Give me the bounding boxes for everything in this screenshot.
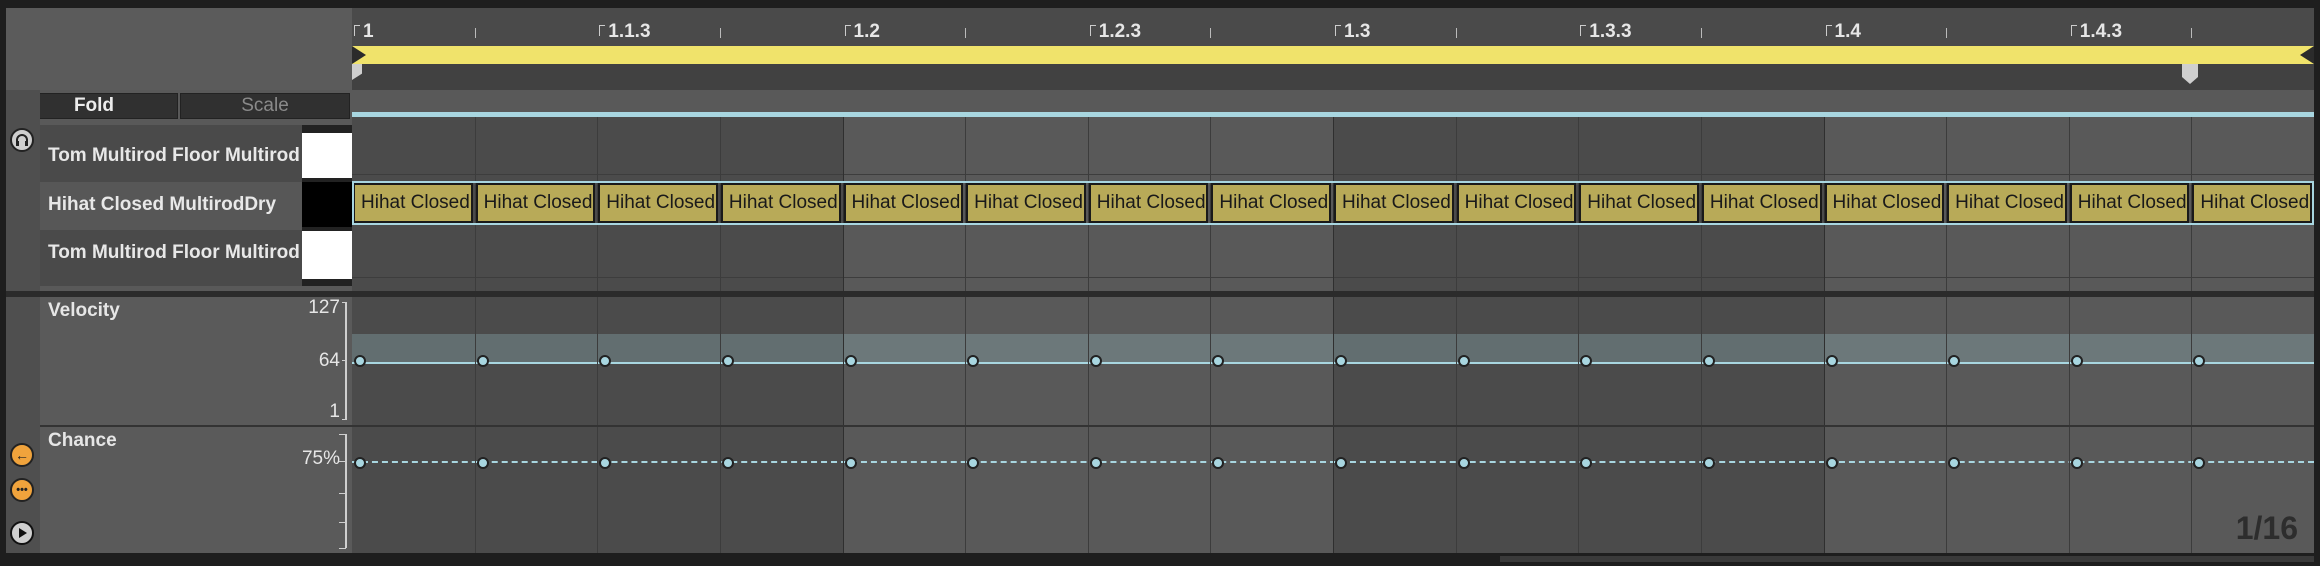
scale-button[interactable]: Scale: [180, 93, 350, 119]
velocity-handle[interactable]: [1702, 355, 1715, 367]
velocity-handle[interactable]: [1335, 355, 1347, 367]
ruler-marker[interactable]: 1.2: [844, 21, 880, 43]
ruler-tick: [1700, 28, 1702, 38]
chance-axis-label: 75%: [301, 448, 340, 469]
more-icon[interactable]: •••: [10, 478, 34, 502]
key-names: Tom Multirod Floor Multirod Hihat Closed…: [40, 125, 302, 286]
velocity-handle[interactable]: [2070, 355, 2083, 367]
ruler-tick: [1946, 28, 1948, 38]
velocity-handle[interactable]: [599, 355, 612, 367]
velocity-handle[interactable]: [1825, 355, 1838, 367]
velocity-handle[interactable]: [476, 355, 489, 367]
velocity-handle[interactable]: [354, 355, 366, 367]
loop-end-handle[interactable]: [2300, 46, 2314, 64]
key-name-selected[interactable]: Hihat Closed MultirodDry: [48, 194, 276, 216]
editor-header-left: [6, 8, 352, 90]
key-name[interactable]: Tom Multirod Floor Multirod: [48, 242, 300, 264]
end-marker-icon[interactable]: [2182, 64, 2198, 84]
arrow-left-icon[interactable]: ←: [10, 443, 34, 467]
velocity-label: Velocity: [48, 300, 120, 321]
ruler-tick: [719, 28, 721, 38]
chance-handle[interactable]: [1089, 456, 1102, 469]
headphones-icon[interactable]: [10, 128, 34, 152]
velocity-handle[interactable]: [721, 355, 734, 367]
chance-handle[interactable]: [1335, 456, 1347, 469]
chance-handle[interactable]: [1212, 456, 1225, 469]
piano-key[interactable]: [302, 231, 352, 279]
piano-key[interactable]: [302, 182, 352, 227]
velocity-lane[interactable]: [352, 297, 2314, 425]
ruler-marker[interactable]: 1.2.3: [1089, 21, 1141, 43]
ruler-marker[interactable]: 1.3: [1335, 21, 1370, 43]
chance-handle[interactable]: [1825, 456, 1838, 469]
ruler-marker[interactable]: 1: [354, 21, 374, 43]
loop-bar[interactable]: [352, 46, 2314, 64]
chance-handle[interactable]: [1580, 456, 1593, 469]
chance-handle[interactable]: [476, 456, 489, 469]
velocity-lane-header: Velocity 127 64 1: [40, 297, 352, 425]
velocity-axis-min: 1: [329, 401, 340, 422]
chance-handle[interactable]: [721, 456, 734, 469]
chance-label: Chance: [48, 430, 117, 451]
chance-handle[interactable]: [1457, 456, 1470, 469]
velocity-handle[interactable]: [844, 355, 857, 367]
ruler-marker[interactable]: 1.3.3: [1580, 21, 1632, 43]
velocity-handle[interactable]: [1457, 355, 1470, 367]
ruler-tick: [1210, 28, 1212, 38]
play-icon[interactable]: [10, 521, 34, 545]
piano-key[interactable]: [302, 133, 352, 178]
chance-lane-header: Chance 75%: [40, 427, 352, 553]
velocity-axis-mid: 64: [318, 350, 340, 371]
ruler-tick: [1455, 28, 1457, 38]
note-grid[interactable]: Hihat Closed MultirodDryHihat Closed Mul…: [352, 117, 2314, 291]
ruler-tick: [965, 28, 967, 38]
chance-handle[interactable]: [599, 456, 612, 469]
piano-keys: [302, 125, 352, 286]
chance-handle[interactable]: [967, 456, 980, 469]
loop-start-handle[interactable]: [352, 46, 366, 64]
ruler-marker[interactable]: 1.4: [1825, 21, 1861, 43]
horizontal-scrollbar[interactable]: [1500, 556, 2314, 562]
velocity-handle[interactable]: [1580, 355, 1593, 367]
chance-handle[interactable]: [844, 456, 857, 469]
chance-handle[interactable]: [1702, 456, 1715, 469]
start-marker-row[interactable]: [352, 64, 2314, 90]
velocity-handle[interactable]: [1089, 355, 1102, 367]
chance-lane[interactable]: 1/16: [352, 427, 2314, 553]
key-name[interactable]: Tom Multirod Floor Multirod: [48, 145, 300, 167]
grid-resolution[interactable]: 1/16: [2236, 510, 2298, 547]
beat-ruler[interactable]: 1 1.1.3 1.2 1.2.3 1.3 1.3.3 1.4 1.4.3: [352, 8, 2314, 46]
start-marker-icon[interactable]: [352, 64, 362, 80]
chance-handle[interactable]: [2070, 456, 2083, 469]
ruler-marker[interactable]: 1.4.3: [2070, 21, 2122, 43]
velocity-axis-max: 127: [308, 297, 340, 318]
chance-handle[interactable]: [354, 456, 366, 469]
chance-handle[interactable]: [1948, 456, 1961, 469]
ruler-tick: [2191, 28, 2193, 38]
ruler-marker[interactable]: 1.1.3: [599, 21, 651, 43]
chance-handle[interactable]: [2193, 456, 2206, 469]
ruler-tick: [474, 28, 476, 38]
